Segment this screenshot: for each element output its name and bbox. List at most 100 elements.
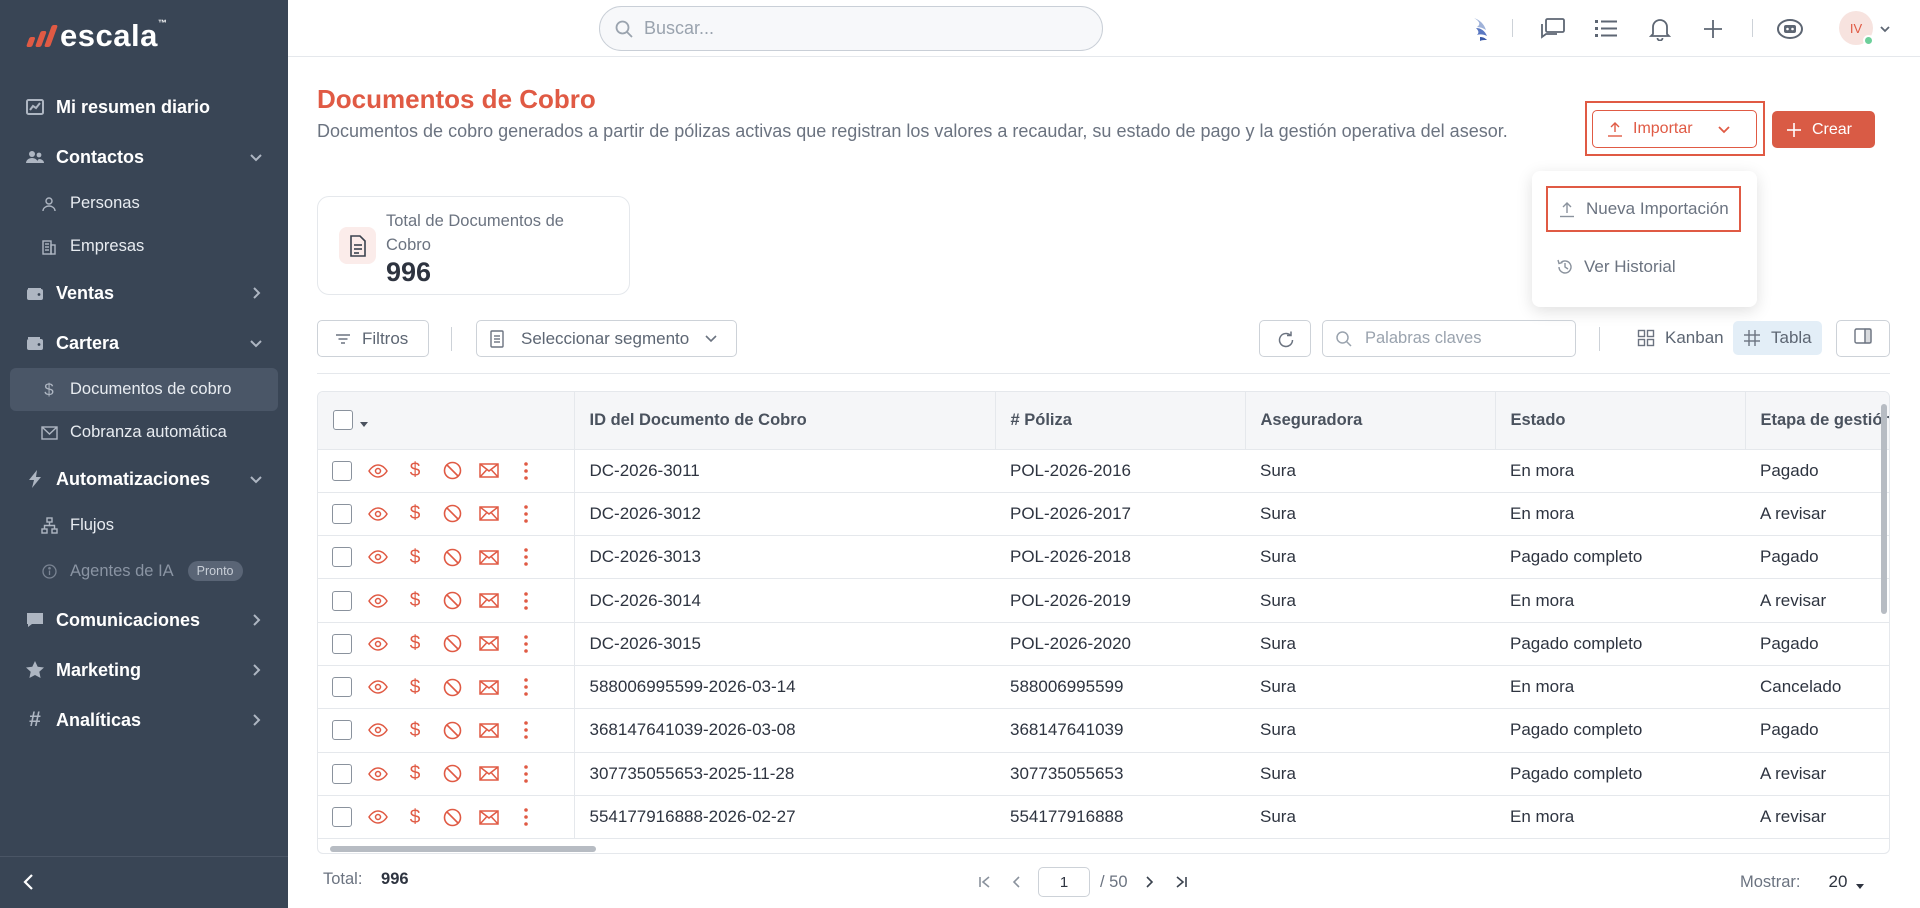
sidebar-item-cobranza-automatica[interactable]: Cobranza automática (10, 411, 278, 454)
cancel-ban-icon[interactable] (441, 763, 463, 785)
send-email-icon[interactable] (478, 806, 500, 828)
column-panel-button[interactable] (1836, 320, 1890, 357)
sidebar-item-contactos[interactable]: Contactos (10, 132, 278, 182)
table-row[interactable]: $588006995599-2026-03-14 588006995599 Sura… (318, 665, 1889, 710)
more-options-icon[interactable] (515, 676, 537, 698)
send-email-icon[interactable] (478, 676, 500, 698)
table-row[interactable]: $ DC-2026-3012 POL-2026-2017 Sura En mora A r… (318, 492, 1889, 537)
sidebar-item-automatizaciones[interactable]: Automatizaciones (10, 454, 278, 504)
send-email-icon[interactable] (478, 460, 500, 482)
row-checkbox[interactable] (332, 503, 352, 524)
row-checkbox[interactable] (332, 547, 352, 568)
more-options-icon[interactable] (515, 806, 537, 828)
cancel-ban-icon[interactable] (441, 806, 463, 828)
create-button[interactable]: Crear (1772, 111, 1875, 148)
send-email-icon[interactable] (478, 590, 500, 612)
payment-dollar-icon[interactable]: $ (404, 590, 426, 612)
refresh-button[interactable] (1259, 320, 1311, 357)
more-options-icon[interactable] (515, 590, 537, 612)
payment-dollar-icon[interactable]: $ (404, 806, 426, 828)
sidebar-item-flujos[interactable]: Flujos (10, 504, 278, 547)
column-header-estado[interactable]: Estado (1495, 392, 1746, 450)
table-row[interactable]: $ DC-2026-3011 POL-2026-2016 Sura En mora Pag… (318, 449, 1889, 493)
caret-down-icon[interactable] (1855, 877, 1865, 889)
view-eye-icon[interactable] (367, 633, 389, 655)
horizontal-scrollbar[interactable] (330, 846, 596, 852)
bird-logo-icon[interactable] (1468, 15, 1496, 43)
view-eye-icon[interactable] (367, 546, 389, 568)
payment-dollar-icon[interactable]: $ (404, 676, 426, 698)
view-eye-icon[interactable] (367, 503, 389, 525)
table-row[interactable]: $ DC-2026-3015 POL-2026-2020 Sura Pagado com… (318, 622, 1889, 666)
view-eye-icon[interactable] (367, 590, 389, 612)
prev-page-icon[interactable] (1006, 871, 1028, 893)
cancel-ban-icon[interactable] (441, 719, 463, 741)
more-options-icon[interactable] (515, 633, 537, 655)
view-eye-icon[interactable] (367, 719, 389, 741)
new-import-menu-item[interactable]: Nueva Importación (1546, 186, 1741, 232)
row-checkbox[interactable] (332, 807, 352, 828)
page-number-input[interactable] (1038, 867, 1090, 897)
select-all-header[interactable] (318, 392, 575, 450)
column-header-poliza[interactable]: # Póliza (995, 392, 1246, 450)
next-page-icon[interactable] (1138, 871, 1160, 893)
caret-down-icon[interactable] (359, 415, 369, 428)
more-options-icon[interactable] (515, 546, 537, 568)
app-logo[interactable]: escala™ (25, 18, 167, 54)
keywords-input[interactable] (1365, 329, 1565, 348)
cancel-ban-icon[interactable] (441, 503, 463, 525)
filters-button[interactable]: Filtros (317, 320, 429, 357)
more-options-icon[interactable] (515, 460, 537, 482)
table-view-button[interactable]: Tabla (1733, 321, 1822, 355)
table-row[interactable]: $ DC-2026-3013 POL-2026-2018 Sura Pagado com… (318, 535, 1889, 580)
page-size-value[interactable]: 20 (1829, 872, 1848, 892)
payment-dollar-icon[interactable]: $ (404, 633, 426, 655)
row-checkbox[interactable] (332, 720, 352, 741)
segment-select[interactable]: Seleccionar segmento (476, 320, 737, 357)
messages-icon[interactable] (1539, 15, 1567, 43)
table-row[interactable]: $554177916888-2026-02-27 554177916888 Sura… (318, 795, 1889, 840)
bell-icon[interactable] (1646, 15, 1674, 43)
row-checkbox[interactable] (332, 590, 352, 611)
cancel-ban-icon[interactable] (441, 676, 463, 698)
column-header-aseguradora[interactable]: Aseguradora (1245, 392, 1496, 450)
tasks-list-icon[interactable] (1592, 15, 1620, 43)
row-checkbox[interactable] (332, 460, 352, 481)
view-eye-icon[interactable] (367, 806, 389, 828)
row-checkbox[interactable] (332, 763, 352, 784)
sidebar-item-marketing[interactable]: Marketing (10, 645, 278, 695)
view-eye-icon[interactable] (367, 763, 389, 785)
more-options-icon[interactable] (515, 503, 537, 525)
column-header-etapa[interactable]: Etapa de gestión (1745, 392, 1889, 450)
sidebar-item-mi-resumen-diario[interactable]: Mi resumen diario (10, 82, 278, 132)
chevron-down-icon[interactable] (1879, 22, 1891, 34)
sidebar-item-comunicaciones[interactable]: Comunicaciones (10, 595, 278, 645)
sidebar-item-cartera[interactable]: Cartera (10, 318, 278, 368)
support-chat-icon[interactable] (1776, 15, 1804, 43)
view-eye-icon[interactable] (367, 676, 389, 698)
vertical-scrollbar[interactable] (1881, 404, 1887, 614)
send-email-icon[interactable] (478, 546, 500, 568)
send-email-icon[interactable] (478, 763, 500, 785)
collapse-sidebar-icon[interactable] (18, 871, 40, 893)
column-header-id[interactable]: ID del Documento de Cobro (574, 392, 996, 450)
cancel-ban-icon[interactable] (441, 633, 463, 655)
row-checkbox[interactable] (332, 633, 352, 654)
cancel-ban-icon[interactable] (441, 546, 463, 568)
sidebar-item-analiticas[interactable]: # Analíticas (10, 695, 278, 745)
payment-dollar-icon[interactable]: $ (404, 503, 426, 525)
sidebar-item-personas[interactable]: Personas (10, 182, 278, 225)
view-eye-icon[interactable] (367, 460, 389, 482)
import-button[interactable]: Importar (1592, 110, 1757, 148)
send-email-icon[interactable] (478, 633, 500, 655)
last-page-icon[interactable] (1170, 871, 1192, 893)
table-row[interactable]: $ DC-2026-3014 POL-2026-2019 Sura En mora A r… (318, 578, 1889, 623)
kanban-view-button[interactable]: Kanban (1627, 321, 1734, 355)
sidebar-item-documentos-de-cobro[interactable]: $ Documentos de cobro (10, 368, 278, 411)
global-search[interactable] (599, 6, 1103, 51)
payment-dollar-icon[interactable]: $ (404, 763, 426, 785)
row-checkbox[interactable] (332, 677, 352, 698)
more-options-icon[interactable] (515, 719, 537, 741)
payment-dollar-icon[interactable]: $ (404, 460, 426, 482)
sidebar-item-ventas[interactable]: Ventas (10, 268, 278, 318)
